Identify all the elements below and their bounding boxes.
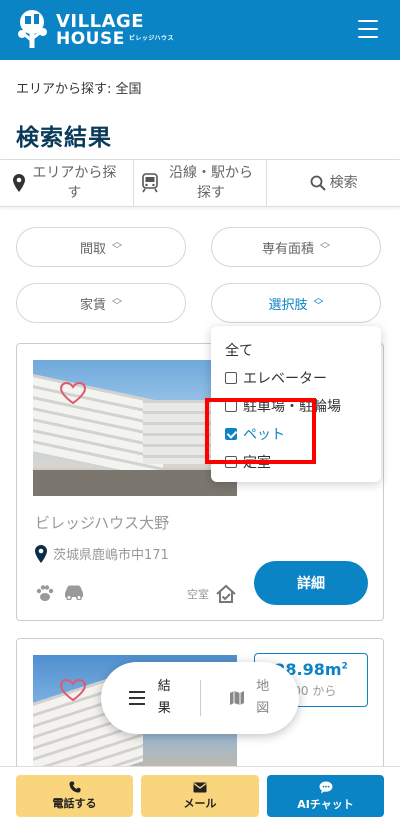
tab-area-search[interactable]: エリアから探す: [0, 160, 133, 206]
filter-area-label: 専有面積: [261, 241, 314, 257]
logo-text-house: HOUSE: [56, 28, 125, 49]
filter-options[interactable]: 選択肢 ︿ ﹀: [211, 283, 381, 323]
option-parking[interactable]: 駐車場・駐輪場: [225, 392, 367, 420]
mail-label: メール: [183, 796, 217, 810]
option-label: ペット: [243, 427, 285, 443]
vacancy-status: 空室: [187, 584, 237, 604]
chat-bubble-icon: [319, 781, 332, 793]
chevron-updown-icon: ︿ ﹀: [112, 293, 122, 312]
filter-layout-label: 間取: [79, 241, 106, 257]
logo[interactable]: VILLAGE HOUSE ビレッジハウス: [14, 8, 174, 52]
vacancy-label: 空室: [187, 588, 209, 601]
header: VILLAGE HOUSE ビレッジハウス: [0, 0, 400, 60]
ai-chat-button[interactable]: AIチャット: [267, 775, 384, 817]
list-icon: [129, 691, 146, 705]
phone-icon: [69, 781, 80, 793]
train-icon: [142, 173, 158, 193]
map-label: 地図: [256, 678, 270, 716]
checkbox[interactable]: [225, 456, 237, 468]
results-view-button[interactable]: 結果: [101, 676, 200, 720]
paw-icon: [36, 585, 54, 601]
filter-layout[interactable]: 間取 ︿ ﹀: [16, 227, 186, 267]
property-address: 茨城県鹿嶋市中171: [35, 544, 169, 563]
logo-text-village: VILLAGE: [56, 10, 145, 32]
map-pin-icon: [13, 174, 26, 192]
address-text: 茨城県鹿嶋市中171: [53, 548, 169, 563]
tab-line-station-search[interactable]: 沿線・駅から探す: [132, 160, 267, 206]
logo-tree-icon: [14, 8, 50, 52]
mail-icon: [193, 782, 207, 792]
phone-button[interactable]: 電話する: [16, 775, 133, 817]
option-elevator[interactable]: エレベーター: [225, 364, 367, 392]
house-check-icon: [216, 584, 236, 603]
property-name: ビレッジハウス大野: [35, 514, 170, 532]
view-toggle: 結果 地図: [101, 662, 299, 734]
checkbox[interactable]: [225, 372, 237, 384]
phone-label: 電話する: [52, 797, 97, 810]
car-icon: [65, 585, 83, 600]
feature-icons: [35, 584, 85, 602]
option-pet[interactable]: ペット: [225, 420, 367, 448]
tab-keyword-search[interactable]: 検索: [266, 160, 400, 206]
map-pin-icon: [35, 544, 47, 563]
chevron-updown-icon: ︿ ﹀: [320, 237, 330, 256]
chevron-updown-icon: ︿ ﹀: [112, 237, 122, 256]
map-icon: [229, 691, 244, 705]
map-view-button[interactable]: 地図: [201, 676, 300, 720]
option-label: 駐車場・駐輪場: [243, 399, 341, 415]
property-image[interactable]: [33, 360, 237, 496]
filter-rent[interactable]: 家賃 ︿ ﹀: [16, 283, 186, 323]
option-fixed-room[interactable]: 定室: [225, 448, 367, 476]
logo-kana: ビレッジハウス: [128, 35, 174, 43]
checkbox-checked[interactable]: [225, 428, 237, 440]
tab-area-label: エリアから探す: [32, 164, 117, 201]
mail-button[interactable]: メール: [141, 775, 259, 817]
favorite-heart-icon[interactable]: [60, 679, 86, 701]
menu-icon[interactable]: [358, 20, 378, 38]
bottom-action-bar: 電話する メール AIチャット: [0, 766, 400, 824]
page-title: 検索結果: [16, 125, 112, 151]
breadcrumb: エリアから探す: 全国: [16, 82, 142, 97]
options-dropdown: 全て エレベーター 駐車場・駐輪場 ペット 定室: [211, 326, 381, 482]
option-label: 定室: [243, 455, 271, 471]
results-label: 結果: [157, 678, 171, 716]
tab-search-label: 検索: [329, 174, 358, 191]
ai-chat-label: AIチャット: [297, 797, 354, 811]
favorite-heart-icon[interactable]: [60, 382, 86, 404]
filter-rent-label: 家賃: [79, 297, 106, 313]
detail-button[interactable]: 詳細: [254, 561, 368, 605]
filter-floor-area[interactable]: 専有面積 ︿ ﹀: [211, 227, 381, 267]
option-all[interactable]: 全て: [225, 336, 367, 364]
chevron-updown-icon: ︿ ﹀: [313, 293, 324, 312]
search-tabs: エリアから探す 沿線・駅から探す 検索: [0, 159, 400, 207]
filter-options-label: 選択肢: [268, 297, 308, 313]
tab-line-label: 沿線・駅から探す: [169, 164, 253, 201]
option-label: エレベーター: [243, 371, 327, 387]
checkbox[interactable]: [225, 400, 237, 412]
search-icon: [310, 175, 326, 191]
